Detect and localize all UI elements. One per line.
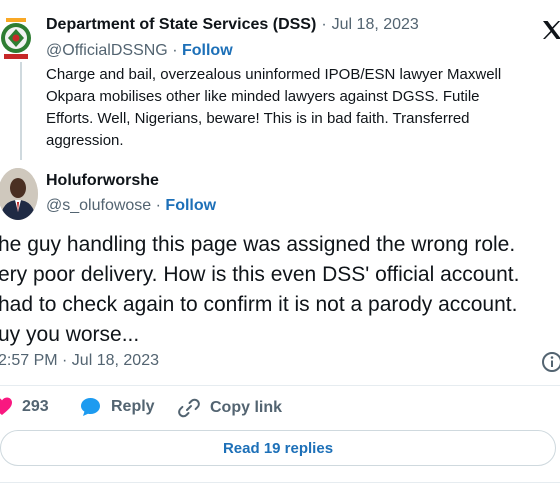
tweet2-handle[interactable]: @s_olufowose [46, 197, 151, 214]
tweet1-text-line: Efforts. Well, Nigerians, beware! This i… [46, 110, 470, 127]
tweet2-follow-button[interactable]: Follow [165, 197, 216, 214]
tweet1-text-line: Charge and bail, overzealous uninformed … [46, 66, 502, 83]
link-icon [178, 398, 200, 418]
copy-link-button[interactable]: Copy link [178, 397, 282, 419]
tweet1-text-line: aggression. [46, 132, 124, 149]
tweet1-author-name[interactable]: Department of State Services (DSS) [46, 16, 316, 34]
tweet2-text-line: had to check again to confirm it is not … [0, 293, 518, 316]
dss-logo-icon [1, 18, 31, 59]
reply-label: Reply [111, 398, 155, 415]
tweet1-date[interactable]: Jul 18, 2023 [332, 16, 419, 34]
info-button[interactable] [541, 351, 560, 373]
bottom-divider [0, 482, 560, 483]
copy-link-label: Copy link [210, 399, 283, 416]
user-avatar[interactable] [0, 168, 38, 220]
reply-bubble-icon [81, 398, 100, 416]
tweet2-author-name[interactable]: Holuforworshe [46, 172, 159, 190]
tweet1-handle[interactable]: @OfficialDSSNG [46, 42, 168, 59]
divider [0, 385, 560, 386]
info-icon [542, 352, 560, 372]
tweet1-follow-button[interactable]: Follow [182, 42, 233, 59]
profile-photo-icon [0, 168, 38, 220]
like-count: 293 [22, 398, 49, 415]
tweet2-text-line: uy you worse... [0, 323, 140, 346]
read-replies-label: Read 19 replies [222, 439, 334, 457]
tweet1-text-line: Okpara mobilises other like minded lawye… [46, 88, 480, 105]
separator-dot: · [172, 42, 182, 59]
tweet1-handle-row: @OfficialDSSNG · Follow [46, 42, 233, 60]
thread-connector-line [20, 62, 22, 160]
tweet2-timestamp[interactable]: 2:57 PM · Jul 18, 2023 [0, 352, 159, 370]
tweet2-text: he guy handling this page was assigned t… [0, 230, 519, 350]
dss-logo-avatar[interactable] [0, 12, 36, 64]
separator-dot: · [155, 197, 166, 214]
tweet2-handle-row: @s_olufowose · Follow [46, 197, 216, 215]
tweet2-text-line: he guy handling this page was assigned t… [0, 233, 516, 256]
tweet2-text-line: ery poor delivery. How is this even DSS'… [0, 263, 520, 286]
like-button[interactable]: 293 [0, 397, 49, 417]
read-replies-button[interactable]: Read 19 replies [0, 430, 556, 466]
heart-icon [0, 397, 12, 415]
tweet1-header: Department of State Services (DSS) · Jul… [46, 16, 419, 34]
separator-dot: · [321, 16, 327, 33]
reply-button[interactable]: Reply [80, 397, 155, 417]
x-logo-icon [543, 21, 560, 39]
tweet1-text: Charge and bail, overzealous uninformed … [46, 64, 556, 152]
x-logo[interactable] [540, 18, 560, 42]
